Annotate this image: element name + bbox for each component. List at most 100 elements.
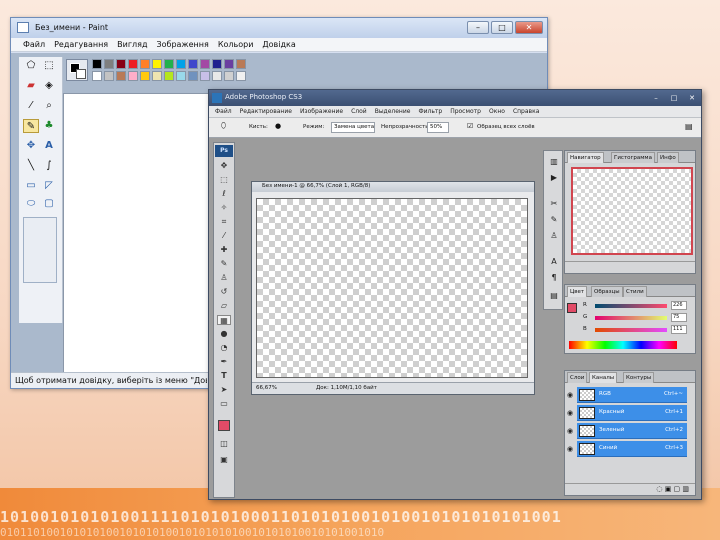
palette-swatch[interactable] xyxy=(200,59,210,69)
rounded-rect-tool-icon[interactable]: ▢ xyxy=(41,197,57,211)
airbrush-icon[interactable]: ✥ xyxy=(23,139,39,153)
clone-stamp-icon[interactable]: ♙ xyxy=(217,273,231,283)
ps-menu-edit[interactable]: Редактирование xyxy=(240,106,292,117)
visibility-eye-icon[interactable]: ◉ xyxy=(567,391,573,399)
slider-b[interactable]: B 111 xyxy=(581,325,705,335)
ellipse-tool-icon[interactable]: ⬭ xyxy=(23,197,39,211)
channel-row-blue[interactable]: ◉ Синий Ctrl+3 xyxy=(567,441,687,457)
ps-menu-image[interactable]: Изображение xyxy=(300,106,343,117)
fill-bucket-icon[interactable]: ◈ xyxy=(41,79,57,93)
visibility-eye-icon[interactable]: ◉ xyxy=(567,427,573,435)
path-select-icon[interactable]: ➤ xyxy=(217,385,231,395)
color-spectrum[interactable] xyxy=(569,341,677,349)
tab-color[interactable]: Цвет xyxy=(567,286,588,297)
layer-comps-icon[interactable]: ▤ xyxy=(548,291,560,301)
menu-view[interactable]: Вигляд xyxy=(117,38,147,51)
free-select-icon[interactable]: ⬠ xyxy=(23,59,39,73)
magic-wand-icon[interactable]: ✧ xyxy=(217,203,231,213)
tool-presets-icon[interactable]: ✂ xyxy=(548,199,560,209)
ps-maximize-button[interactable]: □ xyxy=(667,93,681,103)
palette-swatch[interactable] xyxy=(236,59,246,69)
ps-menu-window[interactable]: Окно xyxy=(489,106,505,117)
ps-menu-view[interactable]: Просмотр xyxy=(450,106,481,117)
palette-swatch[interactable] xyxy=(152,59,162,69)
tab-info[interactable]: Инфо xyxy=(657,152,679,163)
eraser-icon[interactable]: ▰ xyxy=(23,79,39,93)
minimize-button[interactable]: – xyxy=(467,21,489,34)
palette-swatch[interactable] xyxy=(104,71,114,81)
menu-help[interactable]: Довідка xyxy=(262,38,295,51)
slice-tool-icon[interactable]: ⁄ xyxy=(217,231,231,241)
palette-swatch[interactable] xyxy=(92,71,102,81)
tab-navigator[interactable]: Навигатор xyxy=(567,152,604,163)
palette-swatch[interactable] xyxy=(200,71,210,81)
curve-tool-icon[interactable]: ∫ xyxy=(41,159,57,173)
close-button[interactable]: ✕ xyxy=(515,21,543,34)
palette-swatch[interactable] xyxy=(128,59,138,69)
pen-tool-icon[interactable]: ✒ xyxy=(217,357,231,367)
maximize-button[interactable]: □ xyxy=(491,21,513,34)
tab-styles[interactable]: Стили xyxy=(623,286,647,297)
ps-menu-filter[interactable]: Фильтр xyxy=(418,106,442,117)
slider-b-track[interactable] xyxy=(595,328,667,332)
color-picker-icon[interactable]: ⁄ xyxy=(23,99,39,113)
slider-g[interactable]: G 75 xyxy=(581,313,705,323)
dodge-tool-icon[interactable]: ◔ xyxy=(217,343,231,353)
palette-swatch[interactable] xyxy=(224,71,234,81)
line-tool-icon[interactable]: ╲ xyxy=(23,159,39,173)
palette-swatch[interactable] xyxy=(116,59,126,69)
marquee-tool-icon[interactable]: ⬚ xyxy=(217,175,231,185)
tab-paths[interactable]: Контуры xyxy=(623,372,655,383)
palette-swatch[interactable] xyxy=(116,71,126,81)
ps-menu-file[interactable]: Файл xyxy=(215,106,232,117)
channel-footer-icons[interactable]: ◌ ▣ ▢ ▥ xyxy=(565,483,695,495)
tab-swatches[interactable]: Образцы xyxy=(591,286,623,297)
rectangle-tool-icon[interactable]: ▭ xyxy=(23,179,39,193)
screen-mode-icon[interactable]: ▣ xyxy=(217,455,231,465)
menu-image[interactable]: Зображення xyxy=(156,38,208,51)
ps-foreground-color[interactable] xyxy=(218,420,230,431)
tolerance-input[interactable]: 50% xyxy=(427,122,449,133)
shape-tool-icon[interactable]: ▭ xyxy=(217,399,231,409)
palette-swatch[interactable] xyxy=(152,71,162,81)
ps-minimize-button[interactable]: – xyxy=(649,93,663,103)
palette-swatch[interactable] xyxy=(212,59,222,69)
palette-well-icon[interactable]: ▤ xyxy=(685,122,693,131)
visibility-eye-icon[interactable]: ◉ xyxy=(567,445,573,453)
gradient-tool-icon[interactable]: ▦ xyxy=(217,315,231,325)
channel-row-red[interactable]: ◉ Красный Ctrl+1 xyxy=(567,405,687,421)
palette-swatch[interactable] xyxy=(140,59,150,69)
tool-preset-icon[interactable]: ⬯ xyxy=(221,121,226,131)
slider-b-value[interactable]: 111 xyxy=(671,325,687,334)
menu-edit[interactable]: Редагування xyxy=(54,38,108,51)
tab-histogram[interactable]: Гистограмма xyxy=(611,152,655,163)
palette-swatch[interactable] xyxy=(164,71,174,81)
eraser-tool-icon[interactable]: ▱ xyxy=(217,301,231,311)
brush-tool-icon[interactable]: ✎ xyxy=(217,259,231,269)
slider-g-track[interactable] xyxy=(595,316,667,320)
palette-swatch[interactable] xyxy=(176,71,186,81)
paint-canvas[interactable] xyxy=(63,93,223,378)
paragraph-panel-icon[interactable]: ¶ xyxy=(548,273,560,283)
tab-layers[interactable]: Слои xyxy=(567,372,588,383)
palette-swatch[interactable] xyxy=(188,59,198,69)
ps-close-button[interactable]: ✕ xyxy=(685,93,699,103)
text-tool-icon[interactable]: A xyxy=(41,139,57,153)
move-tool-icon[interactable]: ✥ xyxy=(217,161,231,171)
slider-r[interactable]: R 226 xyxy=(581,301,705,311)
quick-mask-icon[interactable]: ◫ xyxy=(217,439,231,449)
lasso-tool-icon[interactable]: ℓ xyxy=(217,189,231,199)
actions-panel-icon[interactable]: ▶ xyxy=(548,173,560,183)
slider-r-value[interactable]: 226 xyxy=(671,301,687,310)
palette-swatch[interactable] xyxy=(128,71,138,81)
brush-preview-icon[interactable]: ● xyxy=(275,122,281,130)
magnifier-icon[interactable]: ⌕ xyxy=(41,99,57,113)
color-swatch-preview[interactable] xyxy=(567,303,577,313)
tool-options-box[interactable] xyxy=(23,217,57,283)
history-panel-icon[interactable]: ▥ xyxy=(548,157,560,167)
brushes-panel-icon[interactable]: ✎ xyxy=(548,215,560,225)
menu-file[interactable]: Файл xyxy=(23,38,45,51)
character-panel-icon[interactable]: A xyxy=(548,257,560,267)
checkbox[interactable]: ☑ xyxy=(467,122,473,130)
slider-r-track[interactable] xyxy=(595,304,667,308)
